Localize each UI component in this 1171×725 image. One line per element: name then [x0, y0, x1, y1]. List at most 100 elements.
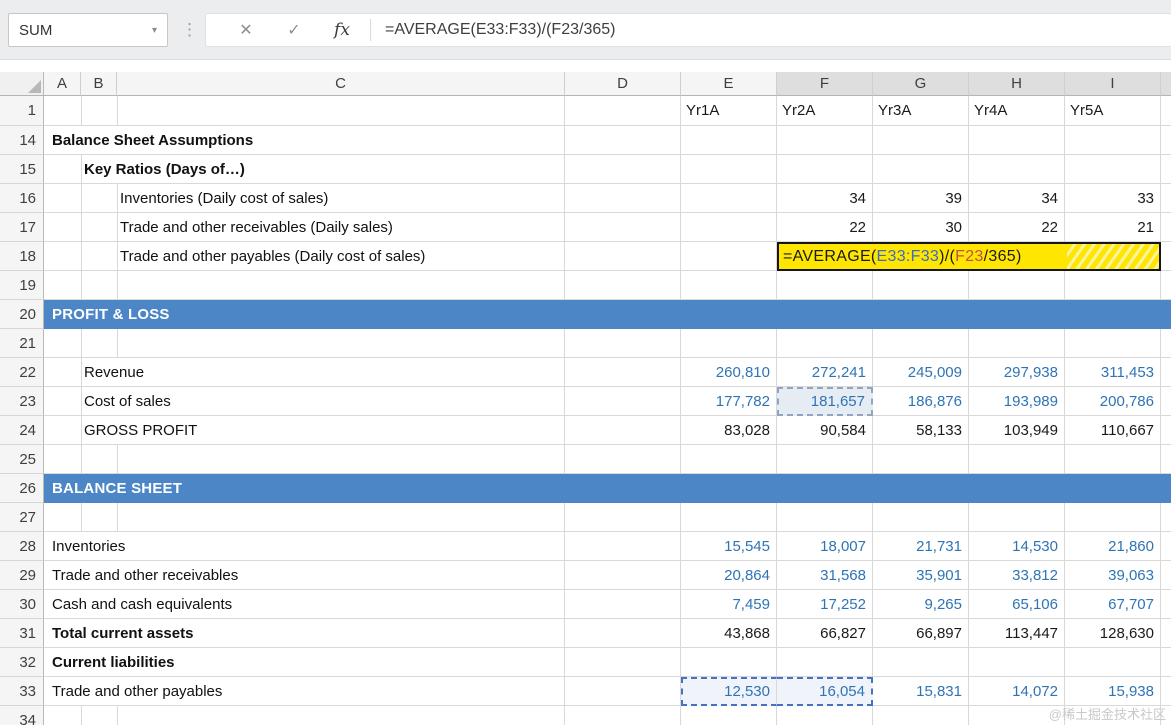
- section-banner-row26[interactable]: BALANCE SHEET: [44, 474, 1171, 503]
- cell-E30[interactable]: 7,459: [681, 590, 777, 619]
- label-cell-r28[interactable]: Inventories: [44, 532, 565, 561]
- cell-E16[interactable]: [681, 184, 777, 213]
- label-cell-r30[interactable]: Cash and cash equivalents: [44, 590, 565, 619]
- cell-G15[interactable]: [873, 155, 969, 184]
- enter-icon[interactable]: ✓: [270, 20, 318, 40]
- name-box[interactable]: SUM ▾: [8, 13, 168, 47]
- cell-H22[interactable]: 297,938: [969, 358, 1065, 387]
- column-header-C[interactable]: C: [117, 72, 565, 96]
- cell-E29[interactable]: 20,864: [681, 561, 777, 590]
- row-header-17[interactable]: 17: [0, 213, 44, 242]
- label-cell-r21[interactable]: [44, 329, 565, 358]
- cell-E34[interactable]: [681, 706, 777, 725]
- label-cell-r23[interactable]: Cost of sales: [44, 387, 565, 416]
- cell-G21[interactable]: [873, 329, 969, 358]
- column-header-A[interactable]: A: [44, 72, 81, 96]
- cell-E14[interactable]: [681, 126, 777, 155]
- cell-H17[interactable]: 22: [969, 213, 1065, 242]
- column-header-H[interactable]: H: [969, 72, 1065, 96]
- cell-I33[interactable]: 15,938: [1065, 677, 1161, 706]
- cell-F29[interactable]: 31,568: [777, 561, 873, 590]
- column-header-I[interactable]: I: [1065, 72, 1161, 96]
- label-cell-r31[interactable]: Total current assets: [44, 619, 565, 648]
- label-cell-r32[interactable]: Current liabilities: [44, 648, 565, 677]
- cell-G16[interactable]: 39: [873, 184, 969, 213]
- row-header-29[interactable]: 29: [0, 561, 44, 590]
- cell-I19[interactable]: [1065, 271, 1161, 300]
- label-cell-r24[interactable]: GROSS PROFIT: [44, 416, 565, 445]
- section-banner-row20[interactable]: PROFIT & LOSS: [44, 300, 1171, 329]
- cell-D17[interactable]: [565, 213, 681, 242]
- row-header-31[interactable]: 31: [0, 619, 44, 648]
- label-cell-r17[interactable]: Trade and other receivables (Daily sales…: [44, 213, 565, 242]
- cell-I27[interactable]: [1065, 503, 1161, 532]
- formula-edit-region[interactable]: =AVERAGE(E33:F33)/(F23/365): [777, 242, 1161, 271]
- cell-G32[interactable]: [873, 648, 969, 677]
- label-cell-r33[interactable]: Trade and other payables: [44, 677, 565, 706]
- cell-E28[interactable]: 15,545: [681, 532, 777, 561]
- cell-H15[interactable]: [969, 155, 1065, 184]
- row-header-34[interactable]: 34: [0, 706, 44, 725]
- cell-D23[interactable]: [565, 387, 681, 416]
- cell-D15[interactable]: [565, 155, 681, 184]
- cell-H28[interactable]: 14,530: [969, 532, 1065, 561]
- label-cell-r22[interactable]: Revenue: [44, 358, 565, 387]
- row-header-26[interactable]: 26: [0, 474, 44, 503]
- cell-F21[interactable]: [777, 329, 873, 358]
- column-header-D[interactable]: D: [565, 72, 681, 96]
- active-formula-cell-F18[interactable]: =AVERAGE(E33:F33)/(F23/365): [779, 244, 1067, 269]
- cell-G19[interactable]: [873, 271, 969, 300]
- cell-G23[interactable]: 186,876: [873, 387, 969, 416]
- cell-D30[interactable]: [565, 590, 681, 619]
- row-header-24[interactable]: 24: [0, 416, 44, 445]
- cell-F28[interactable]: 18,007: [777, 532, 873, 561]
- cell-F22[interactable]: 272,241: [777, 358, 873, 387]
- cell-D14[interactable]: [565, 126, 681, 155]
- cell-H21[interactable]: [969, 329, 1065, 358]
- cell-G24[interactable]: 58,133: [873, 416, 969, 445]
- cell-E21[interactable]: [681, 329, 777, 358]
- cell-I22[interactable]: 311,453: [1065, 358, 1161, 387]
- cell-I23[interactable]: 200,786: [1065, 387, 1161, 416]
- cell-G22[interactable]: 245,009: [873, 358, 969, 387]
- row-header-33[interactable]: 33: [0, 677, 44, 706]
- cell-F33[interactable]: 16,054: [777, 677, 873, 706]
- cell-F19[interactable]: [777, 271, 873, 300]
- cell-E31[interactable]: 43,868: [681, 619, 777, 648]
- cell-E23[interactable]: 177,782: [681, 387, 777, 416]
- cell-D18[interactable]: [565, 242, 681, 271]
- row-header-25[interactable]: 25: [0, 445, 44, 474]
- cell-F25[interactable]: [777, 445, 873, 474]
- row-header-20[interactable]: 20: [0, 300, 44, 329]
- cell-I29[interactable]: 39,063: [1065, 561, 1161, 590]
- row-header-21[interactable]: 21: [0, 329, 44, 358]
- cell-E22[interactable]: 260,810: [681, 358, 777, 387]
- cell-G25[interactable]: [873, 445, 969, 474]
- cell-D32[interactable]: [565, 648, 681, 677]
- cell-H27[interactable]: [969, 503, 1065, 532]
- cell-D33[interactable]: [565, 677, 681, 706]
- row-header-32[interactable]: 32: [0, 648, 44, 677]
- row-header-23[interactable]: 23: [0, 387, 44, 416]
- label-cell-r16[interactable]: Inventories (Daily cost of sales): [44, 184, 565, 213]
- formula-input[interactable]: =AVERAGE(E33:F33)/(F23/365): [379, 21, 615, 39]
- cell-F23[interactable]: 181,657: [777, 387, 873, 416]
- cell-I1[interactable]: Yr5A: [1065, 96, 1161, 126]
- cell-E25[interactable]: [681, 445, 777, 474]
- cell-E33[interactable]: 12,530: [681, 677, 777, 706]
- cell-H1[interactable]: Yr4A: [969, 96, 1065, 126]
- row-header-30[interactable]: 30: [0, 590, 44, 619]
- cell-G33[interactable]: 15,831: [873, 677, 969, 706]
- label-cell-r29[interactable]: Trade and other receivables: [44, 561, 565, 590]
- cell-H25[interactable]: [969, 445, 1065, 474]
- cell-D25[interactable]: [565, 445, 681, 474]
- label-cell-r14[interactable]: Balance Sheet Assumptions: [44, 126, 565, 155]
- select-all-corner[interactable]: [0, 72, 44, 96]
- row-header-22[interactable]: 22: [0, 358, 44, 387]
- cancel-icon[interactable]: ✕: [222, 20, 270, 40]
- cell-E27[interactable]: [681, 503, 777, 532]
- cell-H29[interactable]: 33,812: [969, 561, 1065, 590]
- cell-H33[interactable]: 14,072: [969, 677, 1065, 706]
- cell-I32[interactable]: [1065, 648, 1161, 677]
- cell-H14[interactable]: [969, 126, 1065, 155]
